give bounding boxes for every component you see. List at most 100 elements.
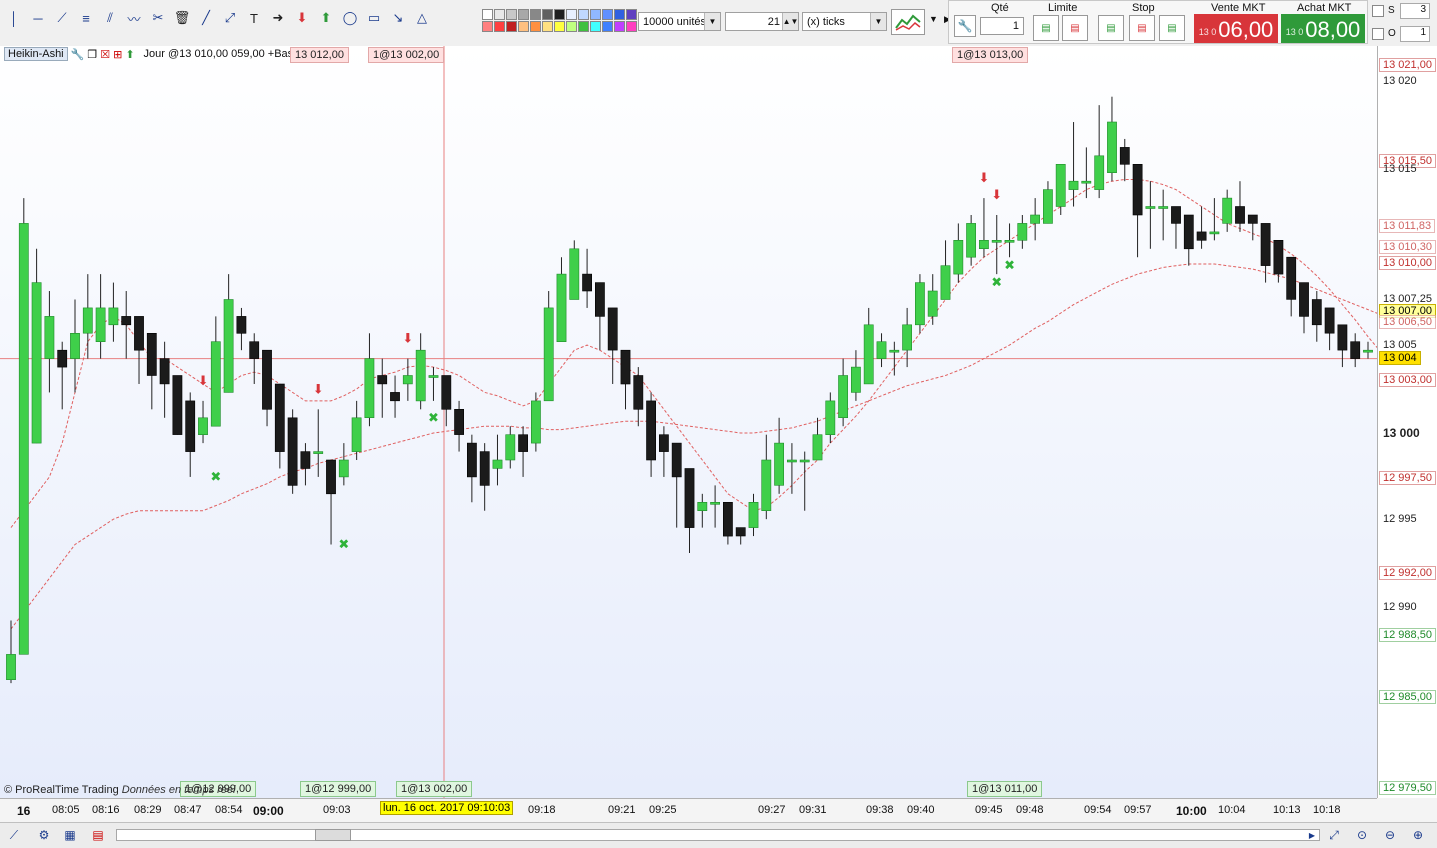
color-swatch[interactable]	[578, 9, 589, 20]
color-swatch[interactable]	[518, 9, 529, 20]
color-swatch[interactable]	[614, 9, 625, 20]
ray-icon[interactable]: ⤢	[220, 8, 240, 28]
realtime-text: Données en temps réel	[121, 784, 236, 796]
stop-sell-button[interactable]: ▤	[1129, 15, 1155, 41]
price-label: 12 992,00	[1379, 566, 1436, 580]
ticks-unit-select[interactable]: (x) ticks ▼	[802, 12, 887, 31]
color-swatch[interactable]	[542, 21, 553, 32]
order-pill[interactable]: 1@13 011,00	[967, 781, 1043, 797]
candle	[466, 442, 477, 478]
color-swatch[interactable]	[542, 9, 553, 20]
s-input[interactable]: 3	[1400, 3, 1430, 19]
color-swatch[interactable]	[554, 21, 565, 32]
zigzag-icon[interactable]: 〰	[124, 8, 144, 28]
color-swatch[interactable]	[626, 21, 637, 32]
close-chart-icon[interactable]: ☒	[100, 48, 110, 61]
color-swatch[interactable]	[590, 21, 601, 32]
indicator-chart-button[interactable]	[891, 9, 925, 35]
line-icon[interactable]: ╱	[196, 8, 216, 28]
color-swatch[interactable]	[482, 9, 493, 20]
candle	[198, 417, 208, 435]
trend-tool-icon[interactable]: ⟋	[6, 827, 22, 843]
order-pill[interactable]: 1@13 002,00	[396, 781, 473, 797]
order-pill[interactable]: 13 012,00	[290, 47, 349, 63]
rectangle-icon[interactable]: ▭	[364, 8, 384, 28]
color-swatch[interactable]	[494, 21, 505, 32]
o-checkbox[interactable]	[1372, 28, 1384, 40]
auto-scale-icon[interactable]: ⤢	[1326, 827, 1342, 843]
color-swatch[interactable]	[506, 21, 517, 32]
color-swatch[interactable]	[590, 9, 601, 20]
zoom-out-icon[interactable]: ⊖	[1382, 827, 1398, 843]
arrow-up-icon[interactable]: ⬆	[125, 48, 134, 61]
color-swatch[interactable]	[482, 21, 493, 32]
time-axis[interactable]: 16 08:05 08:16 08:29 08:47 08:54 09:00 09:03 09:…	[0, 798, 1377, 823]
fibonacci-icon[interactable]: ≡	[76, 8, 96, 28]
color-swatch[interactable]	[530, 9, 541, 20]
stop-limit-button[interactable]: ▤	[1159, 15, 1185, 41]
limit-sell-button[interactable]: ▤	[1062, 15, 1088, 41]
grid-icon[interactable]: ▦	[62, 827, 78, 843]
color-swatch[interactable]	[530, 21, 541, 32]
color-swatch[interactable]	[494, 9, 505, 20]
candle	[1043, 189, 1053, 224]
wrench-icon[interactable]: 🔧	[954, 15, 976, 37]
vertical-line-icon[interactable]: │	[4, 8, 24, 28]
channel-icon[interactable]: ⫽	[100, 8, 120, 28]
quantity-select[interactable]: 10000 unités ▼	[638, 12, 721, 31]
arrow-down-icon[interactable]: ⬇	[292, 8, 312, 28]
add-indicator-icon[interactable]: ⊞	[113, 48, 122, 61]
color-swatch[interactable]	[614, 21, 625, 32]
scroll-right-icon[interactable]: ▶	[1306, 829, 1318, 841]
order-pill[interactable]: 1@13 002,00	[368, 47, 445, 63]
color-swatch[interactable]	[566, 9, 577, 20]
candle	[671, 442, 682, 478]
time-label: 16	[17, 804, 31, 818]
tools-icon[interactable]: ✂	[148, 8, 168, 28]
o-input[interactable]: 1	[1400, 26, 1430, 42]
window-restore-icon[interactable]: ❐	[87, 48, 97, 61]
candle	[518, 434, 528, 452]
wrench-icon[interactable]: 🔧	[71, 48, 85, 61]
trendline-icon[interactable]: ⟋	[52, 8, 72, 28]
zoom-hand-icon[interactable]: ⚙	[36, 827, 52, 843]
order-pill[interactable]: 1@13 013,00	[952, 47, 1029, 63]
horizontal-line-icon[interactable]: ─	[28, 8, 48, 28]
ticks-stepper[interactable]: 21 ▲▼	[725, 12, 799, 31]
chart-area[interactable]: ⬇ ✖ ⬇ ✖ ⬇ ✖ ⬇ ⬇ ✖ ✖	[0, 46, 1377, 798]
crosshair-time-tag: lun. 16 oct. 2017 09:10:03	[380, 801, 514, 815]
horizontal-scrollbar[interactable]	[116, 829, 1320, 841]
scrollbar-thumb[interactable]	[315, 829, 351, 841]
color-swatch[interactable]	[518, 21, 529, 32]
bar-chart-icon[interactable]: ▤	[90, 827, 106, 843]
chevron-down-icon[interactable]: ▼	[929, 14, 938, 24]
color-swatch[interactable]	[554, 9, 565, 20]
triangle-icon[interactable]: △	[412, 8, 432, 28]
sell-signal-arrow-icon: ⬇	[402, 332, 413, 347]
order-pill[interactable]: 1@12 999,00	[300, 781, 377, 797]
measure-icon[interactable]: ↘	[388, 8, 408, 28]
color-swatch[interactable]	[602, 9, 613, 20]
text-icon[interactable]: T	[244, 8, 264, 28]
candle	[326, 459, 336, 495]
ellipse-icon[interactable]: ◯	[340, 8, 360, 28]
arrow-up-icon[interactable]: ⬆	[316, 8, 336, 28]
chart-style-label[interactable]: Heikin-Ashi	[4, 47, 68, 61]
qty-input[interactable]: 1	[980, 17, 1024, 35]
color-swatch[interactable]	[578, 21, 589, 32]
zoom-fit-icon[interactable]: ⊙	[1354, 827, 1370, 843]
trash-icon[interactable]: 🗑	[172, 8, 192, 28]
s-checkbox[interactable]	[1372, 5, 1384, 17]
candle	[978, 240, 989, 250]
zoom-in-icon[interactable]: ⊕	[1410, 827, 1426, 843]
stop-buy-button[interactable]: ▤	[1098, 15, 1124, 41]
sell-market-button[interactable]: 13 0 06,00	[1194, 14, 1278, 43]
arrow-right-icon[interactable]: ➜	[268, 8, 288, 28]
color-swatch[interactable]	[506, 9, 517, 20]
color-swatch[interactable]	[566, 21, 577, 32]
color-swatch[interactable]	[602, 21, 613, 32]
buy-market-button[interactable]: 13 0 08,00	[1281, 14, 1365, 43]
price-chart[interactable]: ⬇✖⬇✖⬇✖⬇⬇✖✖	[0, 46, 1377, 798]
limit-buy-button[interactable]: ▤	[1033, 15, 1059, 41]
color-swatch[interactable]	[626, 9, 637, 20]
